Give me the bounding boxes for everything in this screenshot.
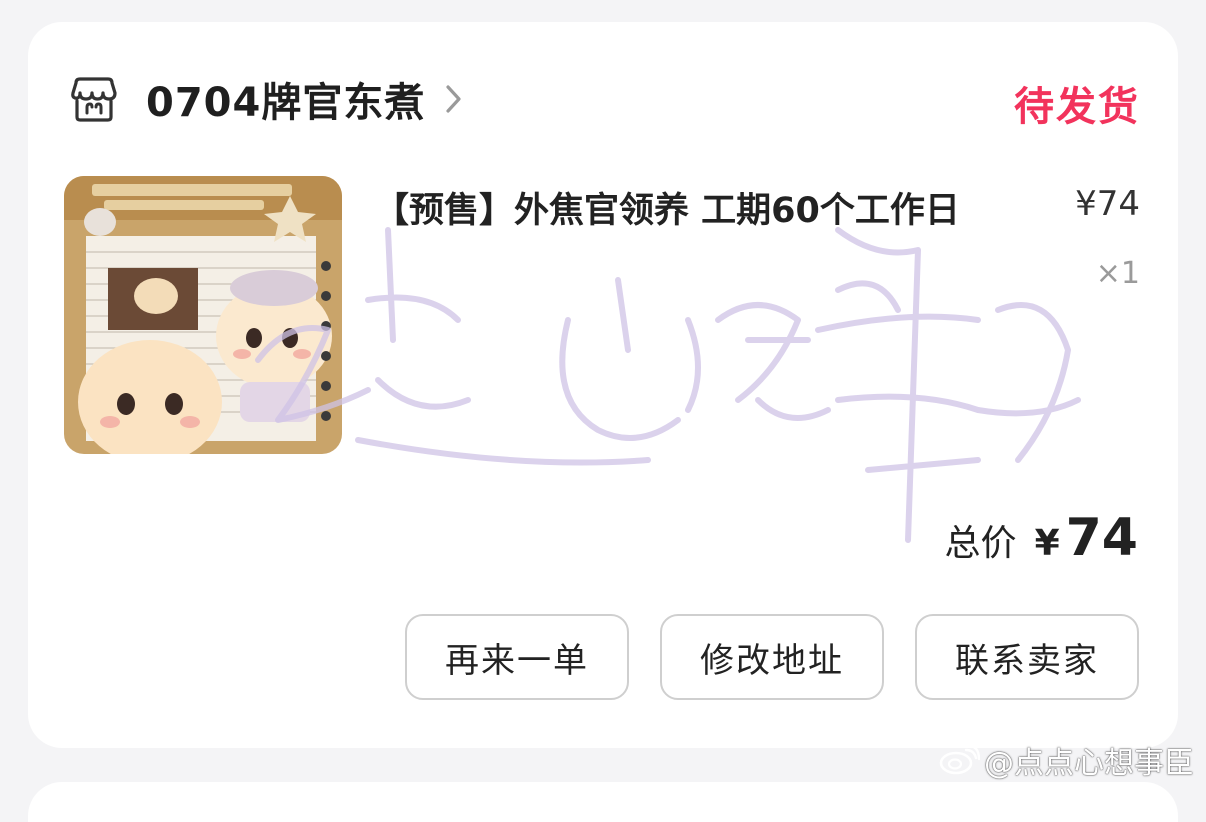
order-card: 0704牌官东煮 待发货 【预售】外焦官领养 工期60个工作日 ¥74 ×1 总… [28, 22, 1178, 748]
order-total: 总价 ¥ 74 [945, 508, 1138, 568]
weibo-icon [939, 744, 980, 775]
product-image[interactable] [64, 176, 342, 454]
shop-header[interactable]: 0704牌官东煮 [68, 70, 465, 128]
total-label: 总价 [944, 523, 1017, 564]
reorder-button[interactable]: 再来一单 [405, 614, 629, 700]
edit-address-button[interactable]: 修改地址 [660, 614, 884, 700]
product-title[interactable]: 【预售】外焦官领养 工期60个工作日 [374, 182, 960, 233]
total-amount: 74 [1065, 508, 1138, 568]
order-status: 待发货 [1014, 84, 1140, 130]
weibo-watermark: @点点心想事臣 [938, 738, 1194, 782]
total-currency: ¥ [1034, 523, 1060, 564]
chevron-right-icon [446, 85, 461, 113]
store-icon [71, 77, 117, 122]
unit-price: ¥74 [1075, 184, 1140, 224]
quantity: ×1 [1095, 256, 1140, 291]
weibo-handle: @点点心想事臣 [984, 746, 1194, 781]
contact-seller-button[interactable]: 联系卖家 [915, 614, 1139, 700]
shop-name: 0704牌官东煮 [146, 80, 426, 126]
next-order-card [28, 782, 1178, 822]
